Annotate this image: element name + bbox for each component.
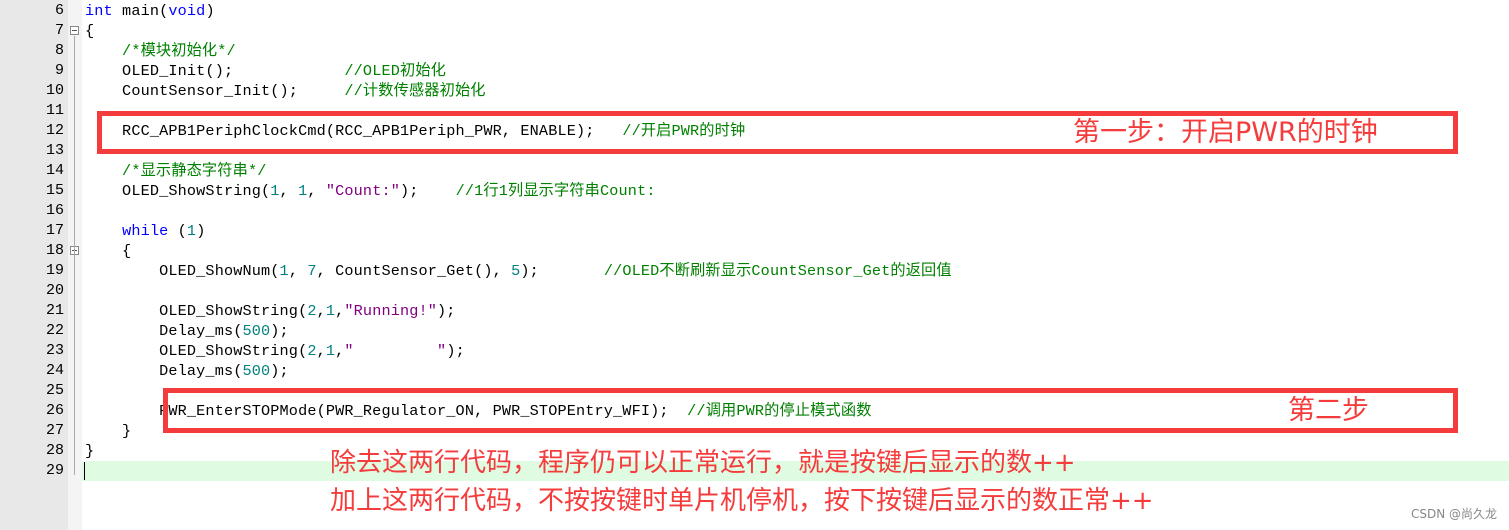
code-text: while (1) xyxy=(122,222,206,240)
line-number: 27 xyxy=(45,422,64,439)
code-text: Delay_ms(500); xyxy=(85,362,289,380)
line-number: 13 xyxy=(45,142,64,159)
code-text: OLED_ShowString(2,1," "); xyxy=(85,342,465,360)
annotation-note1: 除去这两行代码，程序仍可以正常运行，就是按键后显示的数++ xyxy=(330,448,1076,478)
code-line[interactable]: 18 { xyxy=(0,241,1509,261)
code-line[interactable]: 10 CountSensor_Init(); //计数传感器初始化 xyxy=(0,81,1509,101)
line-number: 8 xyxy=(54,42,64,59)
line-number: 12 xyxy=(45,122,64,139)
line-number: 6 xyxy=(54,2,64,19)
watermark: CSDN @尚久龙 xyxy=(1410,507,1497,521)
line-number: 21 xyxy=(45,302,64,319)
line-number: 25 xyxy=(45,382,64,399)
highlight-box-step2 xyxy=(163,388,1458,433)
code-text: OLED_ShowString(1, 1, "Count:"); //1行1列显… xyxy=(85,182,656,200)
code-line[interactable]: 9 OLED_Init(); //OLED初始化 xyxy=(0,61,1509,81)
code-line[interactable]: 8 /*模块初始化*/ xyxy=(0,41,1509,61)
code-text: { xyxy=(85,242,132,260)
code-text: } xyxy=(85,442,95,460)
line-number: 14 xyxy=(45,162,64,179)
line-number: 17 xyxy=(45,222,64,239)
line-number: 24 xyxy=(45,362,64,379)
code-text: OLED_ShowString(2,1,"Running!"); xyxy=(85,302,456,320)
code-line[interactable]: 21 OLED_ShowString(2,1,"Running!"); xyxy=(0,301,1509,321)
line-number: 22 xyxy=(45,322,64,339)
line-number: 23 xyxy=(45,342,64,359)
code-line[interactable]: 24 Delay_ms(500); xyxy=(0,361,1509,381)
annotation-note2: 加上这两行代码，不按按键时单片机停机，按下按键后显示的数正常++ xyxy=(330,486,1154,516)
code-line[interactable]: 17 while (1) xyxy=(0,221,1509,241)
code-line[interactable]: 16 xyxy=(0,201,1509,221)
annotation-step1: 第一步：开启PWR的时钟 xyxy=(1073,117,1378,148)
line-number: 9 xyxy=(54,62,64,79)
line-number: 29 xyxy=(45,462,64,479)
annotation-step2: 第二步 xyxy=(1288,395,1369,426)
code-text: /*模块初始化*/ xyxy=(85,42,236,60)
line-number: 11 xyxy=(45,102,64,119)
fold-collapse-icon[interactable] xyxy=(70,26,79,35)
code-line[interactable]: 19 OLED_ShowNum(1, 7, CountSensor_Get(),… xyxy=(0,261,1509,281)
code-line[interactable]: 6 int main(void) xyxy=(0,1,1509,21)
code-text: OLED_Init(); //OLED初始化 xyxy=(85,62,447,80)
code-line[interactable]: 22 Delay_ms(500); xyxy=(0,321,1509,341)
line-number: 26 xyxy=(45,402,64,419)
line-number: 20 xyxy=(45,282,64,299)
code-text: CountSensor_Init(); //计数传感器初始化 xyxy=(85,82,486,100)
line-number: 19 xyxy=(45,262,64,279)
code-text: Delay_ms(500); xyxy=(85,322,289,340)
code-text: { xyxy=(85,22,95,40)
fold-guide-main xyxy=(74,36,75,475)
code-line[interactable]: 7{ xyxy=(0,21,1509,41)
code-text: OLED_ShowNum(1, 7, CountSensor_Get(), 5)… xyxy=(85,262,952,280)
line-number: 10 xyxy=(45,82,64,99)
code-line[interactable]: 15 OLED_ShowString(1, 1, "Count:"); //1行… xyxy=(0,181,1509,201)
code-text: /*显示静态字符串*/ xyxy=(85,162,267,180)
code-text: int main(void) xyxy=(85,2,215,20)
line-number: 7 xyxy=(54,22,64,39)
code-line[interactable]: 14 /*显示静态字符串*/ xyxy=(0,161,1509,181)
code-text: } xyxy=(85,422,132,440)
code-line[interactable]: 20 xyxy=(0,281,1509,301)
line-number: 15 xyxy=(45,182,64,199)
line-number: 16 xyxy=(45,202,64,219)
code-line[interactable]: 23 OLED_ShowString(2,1," "); xyxy=(0,341,1509,361)
line-number: 28 xyxy=(45,442,64,459)
line-number: 18 xyxy=(45,242,64,259)
